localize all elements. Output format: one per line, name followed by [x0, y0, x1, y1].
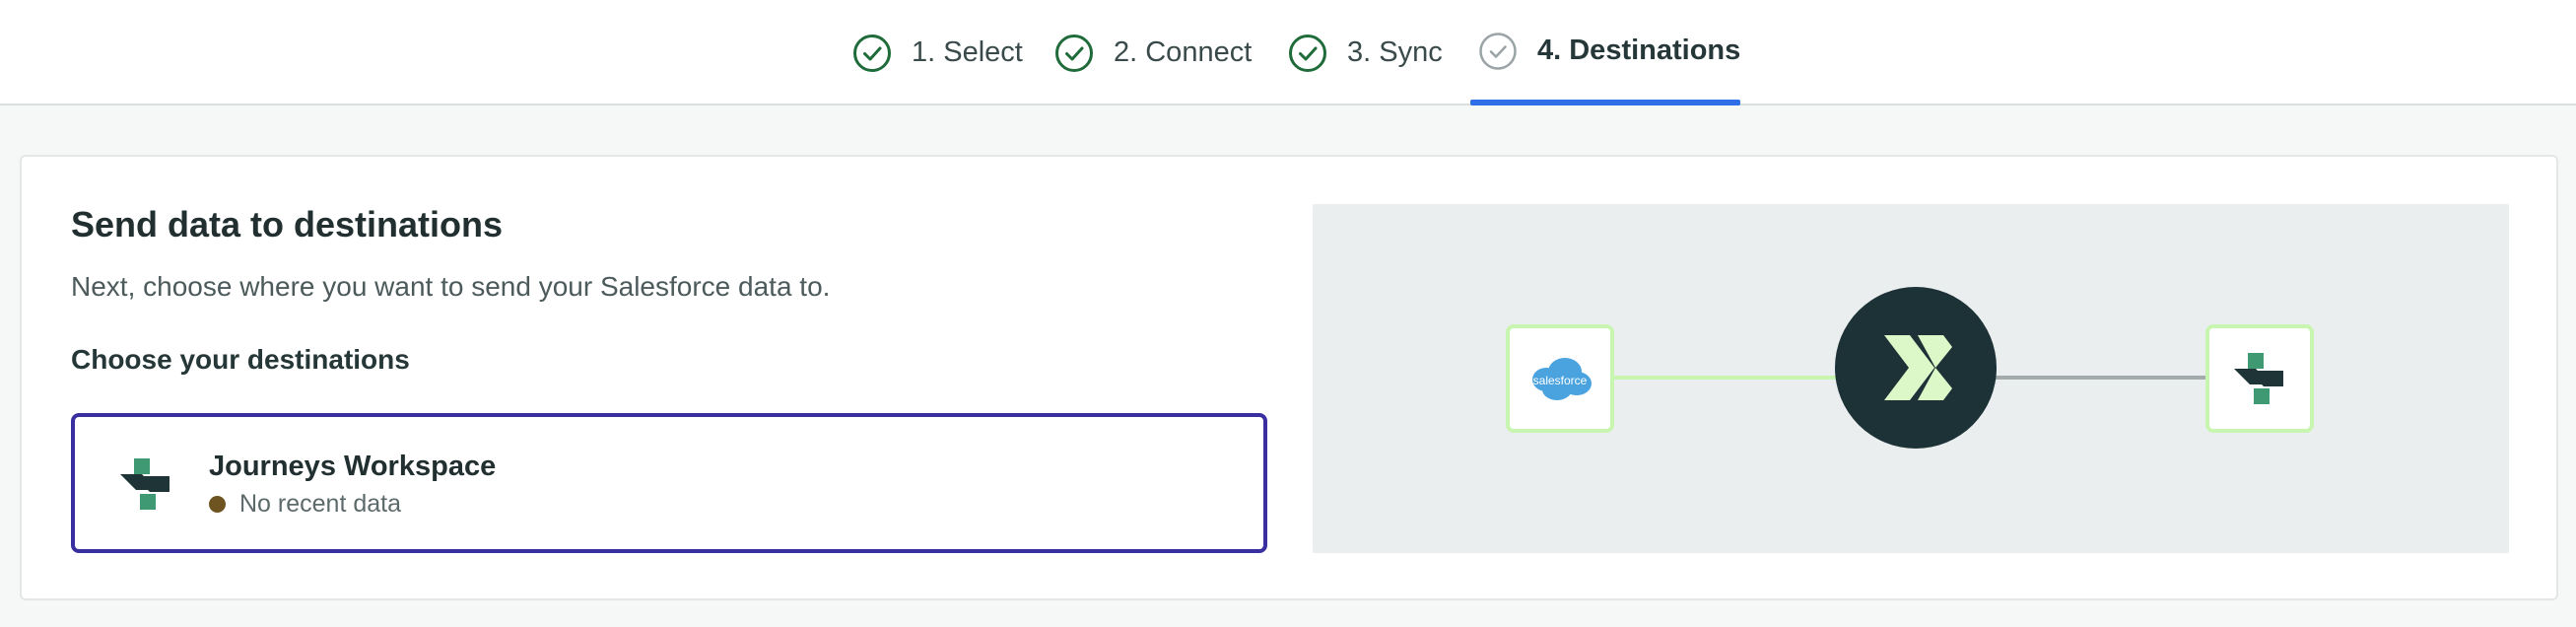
- check-circle-icon: [1289, 34, 1326, 72]
- step-label: 4. Destinations: [1537, 35, 1741, 66]
- step-destinations[interactable]: 4. Destinations: [1469, 0, 1741, 105]
- destinations-heading: Choose your destinations: [71, 344, 410, 375]
- hub-node: [1835, 287, 1997, 449]
- page-subtitle: Next, choose where you want to send your…: [71, 271, 831, 302]
- salesforce-logo-text: salesforce: [1533, 374, 1588, 387]
- step-connect[interactable]: 2. Connect: [1054, 0, 1252, 105]
- destination-name: Journeys Workspace: [209, 451, 497, 482]
- status-dot-icon: [209, 496, 226, 513]
- salesforce-node: salesforce: [1506, 324, 1614, 433]
- destination-status-text: No recent data: [239, 490, 401, 518]
- stepper: 1. Select 2. Connect 3. Sync 4. Destinat…: [0, 0, 2576, 105]
- step-label: 1. Select: [912, 36, 1023, 68]
- workspace-node: [2205, 324, 2314, 433]
- data-flow-diagram: salesforce: [1313, 204, 2509, 553]
- check-circle-icon: [1055, 34, 1093, 72]
- destinations-card: Send data to destinations Next, choose w…: [20, 155, 2558, 600]
- destination-status: No recent data: [209, 490, 401, 519]
- flow-diagram-graphic: salesforce: [1506, 287, 2314, 449]
- workspace-logo-icon: [120, 458, 169, 510]
- check-circle-icon: [853, 34, 891, 72]
- check-circle-outline-icon: [1479, 32, 1517, 70]
- step-label: 2. Connect: [1114, 36, 1253, 68]
- page-title: Send data to destinations: [71, 204, 504, 244]
- step-label: 3. Sync: [1347, 36, 1443, 68]
- destination-option-journeys-workspace[interactable]: Journeys Workspace No recent data: [71, 413, 1267, 553]
- step-select[interactable]: 1. Select: [852, 0, 1023, 105]
- step-sync[interactable]: 3. Sync: [1288, 0, 1443, 105]
